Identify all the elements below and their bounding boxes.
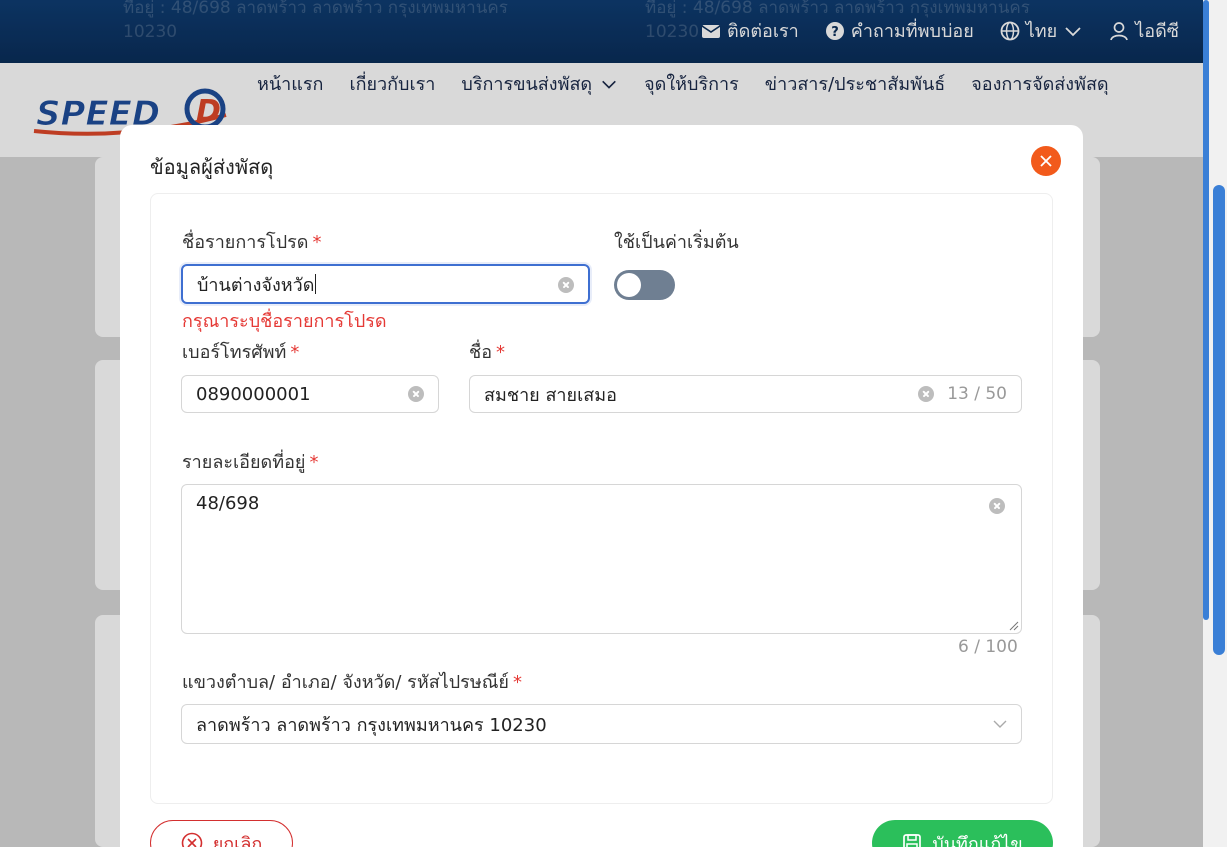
toggle-knob: [617, 273, 641, 297]
clear-icon[interactable]: [408, 386, 424, 402]
area-select[interactable]: ลาดพร้าว ลาดพร้าว กรุงเทพมหานคร 10230: [181, 704, 1022, 744]
modal-title: ข้อมูลผู้ส่งพัสดุ: [150, 155, 274, 179]
required-mark: *: [312, 232, 322, 253]
page-scrollbar-thumb[interactable]: [1213, 185, 1225, 655]
required-mark: *: [309, 452, 319, 473]
cancel-label: ยกเลิก: [212, 833, 263, 847]
save-button[interactable]: บันทึกแก้ไข: [872, 820, 1053, 847]
favorite-name-value: บ้านต่างจังหวัด: [197, 274, 315, 296]
phone-label: เบอร์โทรศัพท์ *: [182, 337, 299, 366]
clear-icon[interactable]: [558, 277, 574, 293]
cancel-button[interactable]: ยกเลิก: [150, 820, 293, 847]
form-panel: ชื่อรายการโปรด * บ้านต่างจังหวัด กรุณาระบ…: [150, 193, 1053, 804]
name-label-text: ชื่อ: [469, 342, 493, 363]
default-toggle-label: ใช้เป็นค่าเริ่มต้น: [614, 232, 739, 253]
save-label: บันทึกแก้ไข: [932, 833, 1023, 847]
close-button[interactable]: [1031, 146, 1061, 176]
required-mark: *: [496, 342, 506, 363]
address-value: 48/698: [196, 493, 260, 514]
area-label-text: แขวงตำบล/ อำเภอ/ จังหวัด/ รหัสไปรษณีย์: [182, 672, 509, 693]
sender-info-modal: ข้อมูลผู้ส่งพัสดุ ชื่อรายการโปรด * บ้านต่…: [120, 125, 1083, 847]
cancel-circle-icon: [181, 832, 203, 847]
chevron-down-icon: [993, 720, 1007, 728]
favorite-name-label: ชื่อรายการโปรด *: [182, 227, 321, 256]
favorite-name-error: กรุณาระบุชื่อรายการโปรด: [182, 311, 387, 332]
area-value: ลาดพร้าว ลาดพร้าว กรุงเทพมหานคร 10230: [196, 714, 547, 736]
favorite-name-input[interactable]: บ้านต่างจังหวัด: [181, 264, 590, 304]
favorite-name-label-text: ชื่อรายการโปรด: [182, 232, 309, 253]
clear-icon[interactable]: [918, 386, 934, 402]
phone-value: 0890000001: [196, 383, 311, 405]
close-icon: [1040, 155, 1052, 167]
default-toggle[interactable]: [614, 270, 675, 300]
phone-input[interactable]: 0890000001: [181, 375, 439, 413]
area-label: แขวงตำบล/ อำเภอ/ จังหวัด/ รหัสไปรษณีย์ *: [182, 667, 522, 696]
resize-handle-icon[interactable]: [1009, 621, 1019, 631]
address-counter: 6 / 100: [958, 637, 1018, 657]
address-label: รายละเอียดที่อยู่ *: [182, 447, 318, 476]
name-counter: 13 / 50: [947, 384, 1007, 404]
name-input[interactable]: สมชาย สายเสมอ 13 / 50: [469, 375, 1022, 413]
name-value: สมชาย สายเสมอ: [484, 384, 617, 406]
address-label-text: รายละเอียดที่อยู่: [182, 452, 306, 473]
required-mark: *: [290, 342, 300, 363]
address-textarea[interactable]: 48/698: [181, 484, 1022, 634]
inner-scrollbar-thumb[interactable]: [1203, 0, 1209, 620]
save-icon: [903, 834, 922, 847]
clear-icon[interactable]: [989, 498, 1005, 514]
name-label: ชื่อ *: [469, 337, 505, 366]
required-mark: *: [512, 672, 522, 693]
text-cursor: [315, 274, 317, 294]
phone-label-text: เบอร์โทรศัพท์: [182, 342, 287, 363]
